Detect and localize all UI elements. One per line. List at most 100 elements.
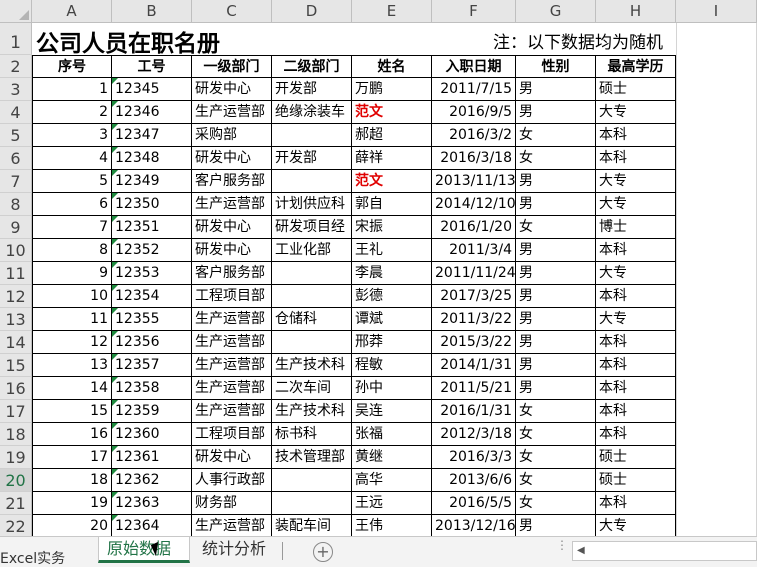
table-cell[interactable]: 12363 <box>112 492 192 515</box>
table-cell[interactable]: 男 <box>516 78 596 101</box>
table-cell[interactable]: 2013/11/13 <box>432 170 516 193</box>
table-cell[interactable]: 王远 <box>352 492 432 515</box>
table-cell[interactable]: 男 <box>516 515 596 536</box>
table-cell[interactable]: 本科 <box>596 124 676 147</box>
row-header-10[interactable]: 10 <box>0 239 32 262</box>
table-cell[interactable]: 12357 <box>112 354 192 377</box>
table-cell[interactable]: 本科 <box>596 492 676 515</box>
table-cell[interactable]: 计划供应科 <box>272 193 352 216</box>
table-cell[interactable]: 宋振 <box>352 216 432 239</box>
table-cell[interactable]: 12362 <box>112 469 192 492</box>
table-cell[interactable]: 男 <box>516 377 596 400</box>
table-cell[interactable] <box>272 492 352 515</box>
table-cell[interactable]: 财务部 <box>192 492 272 515</box>
table-cell[interactable]: 2011/7/15 <box>432 78 516 101</box>
table-cell[interactable]: 9 <box>32 262 112 285</box>
table-cell[interactable]: 王礼 <box>352 239 432 262</box>
table-cell[interactable]: 12358 <box>112 377 192 400</box>
table-cell[interactable]: 范文 <box>352 101 432 124</box>
table-cell[interactable]: 吴连 <box>352 400 432 423</box>
column-header-b[interactable]: B <box>112 0 192 23</box>
column-header-h[interactable]: H <box>596 0 676 23</box>
add-sheet-icon[interactable]: + <box>313 542 333 562</box>
tab-split-handle-icon[interactable]: ⋮ <box>556 539 568 551</box>
table-cell[interactable]: 女 <box>516 423 596 446</box>
table-cell[interactable]: 研发中心 <box>192 147 272 170</box>
table-cell[interactable]: 女 <box>516 446 596 469</box>
table-cell[interactable]: 邢莽 <box>352 331 432 354</box>
table-cell[interactable]: 2012/3/18 <box>432 423 516 446</box>
header-cell[interactable]: 姓名 <box>352 55 432 78</box>
table-cell[interactable]: 12361 <box>112 446 192 469</box>
table-cell[interactable]: 研发中心 <box>192 239 272 262</box>
table-cell[interactable]: 研发项目经 <box>272 216 352 239</box>
column-header-c[interactable]: C <box>192 0 272 23</box>
table-cell[interactable]: 研发中心 <box>192 446 272 469</box>
table-cell[interactable]: 12352 <box>112 239 192 262</box>
table-cell[interactable]: 客户服务部 <box>192 262 272 285</box>
table-cell[interactable]: 12351 <box>112 216 192 239</box>
table-cell[interactable]: 3 <box>32 124 112 147</box>
table-cell[interactable]: 黄继 <box>352 446 432 469</box>
table-cell[interactable]: 10 <box>32 285 112 308</box>
table-cell[interactable]: 2017/3/25 <box>432 285 516 308</box>
table-cell[interactable]: 王伟 <box>352 515 432 536</box>
table-cell[interactable]: 20 <box>32 515 112 536</box>
header-cell[interactable]: 性别 <box>516 55 596 78</box>
table-cell[interactable]: 12347 <box>112 124 192 147</box>
table-cell[interactable]: 2016/9/5 <box>432 101 516 124</box>
table-cell[interactable]: 2016/1/20 <box>432 216 516 239</box>
column-header-f[interactable]: F <box>432 0 516 23</box>
row-header-18[interactable]: 18 <box>0 423 32 446</box>
table-cell[interactable]: 孙中 <box>352 377 432 400</box>
row-header-15[interactable]: 15 <box>0 354 32 377</box>
table-cell[interactable]: 大专 <box>596 262 676 285</box>
table-cell[interactable]: 生产运营部 <box>192 354 272 377</box>
header-cell[interactable]: 序号 <box>32 55 112 78</box>
table-cell[interactable]: 男 <box>516 308 596 331</box>
table-cell[interactable]: 女 <box>516 469 596 492</box>
table-cell[interactable]: 张福 <box>352 423 432 446</box>
table-cell[interactable]: 郝超 <box>352 124 432 147</box>
table-cell[interactable]: 大专 <box>596 193 676 216</box>
table-cell[interactable]: 12364 <box>112 515 192 536</box>
table-cell[interactable]: 仓储科 <box>272 308 352 331</box>
table-cell[interactable]: 11 <box>32 308 112 331</box>
header-cell[interactable]: 最高学历 <box>596 55 676 78</box>
table-cell[interactable] <box>272 124 352 147</box>
row-header-3[interactable]: 3 <box>0 78 32 101</box>
row-header-22[interactable]: 22 <box>0 515 32 536</box>
table-cell[interactable]: 6 <box>32 193 112 216</box>
table-cell[interactable]: 硕士 <box>596 78 676 101</box>
table-cell[interactable]: 本科 <box>596 423 676 446</box>
column-header-d[interactable]: D <box>272 0 352 23</box>
table-cell[interactable]: 17 <box>32 446 112 469</box>
table-cell[interactable]: 12346 <box>112 101 192 124</box>
table-cell[interactable]: 16 <box>32 423 112 446</box>
row-header-17[interactable]: 17 <box>0 400 32 423</box>
header-cell[interactable]: 入职日期 <box>432 55 516 78</box>
row-header-16[interactable]: 16 <box>0 377 32 400</box>
table-cell[interactable]: 14 <box>32 377 112 400</box>
table-cell[interactable]: 8 <box>32 239 112 262</box>
row-header-4[interactable]: 4 <box>0 101 32 124</box>
sheet-note[interactable]: 注：以下数据均为随机 <box>493 28 663 53</box>
table-cell[interactable]: 薛祥 <box>352 147 432 170</box>
table-cell[interactable]: 生产运营部 <box>192 308 272 331</box>
table-cell[interactable]: 研发中心 <box>192 78 272 101</box>
table-cell[interactable] <box>272 262 352 285</box>
table-cell[interactable]: 生产运营部 <box>192 193 272 216</box>
table-cell[interactable]: 郭自 <box>352 193 432 216</box>
table-cell[interactable]: 生产运营部 <box>192 101 272 124</box>
table-cell[interactable]: 硕士 <box>596 469 676 492</box>
table-cell[interactable]: 硕士 <box>596 446 676 469</box>
column-header-a[interactable]: A <box>32 0 112 23</box>
column-header-g[interactable]: G <box>516 0 596 23</box>
table-cell[interactable]: 男 <box>516 239 596 262</box>
table-cell[interactable]: 生产运营部 <box>192 377 272 400</box>
table-cell[interactable]: 女 <box>516 492 596 515</box>
table-cell[interactable]: 技术管理部 <box>272 446 352 469</box>
table-cell[interactable]: 男 <box>516 354 596 377</box>
table-cell[interactable]: 女 <box>516 400 596 423</box>
table-cell[interactable]: 装配车间 <box>272 515 352 536</box>
